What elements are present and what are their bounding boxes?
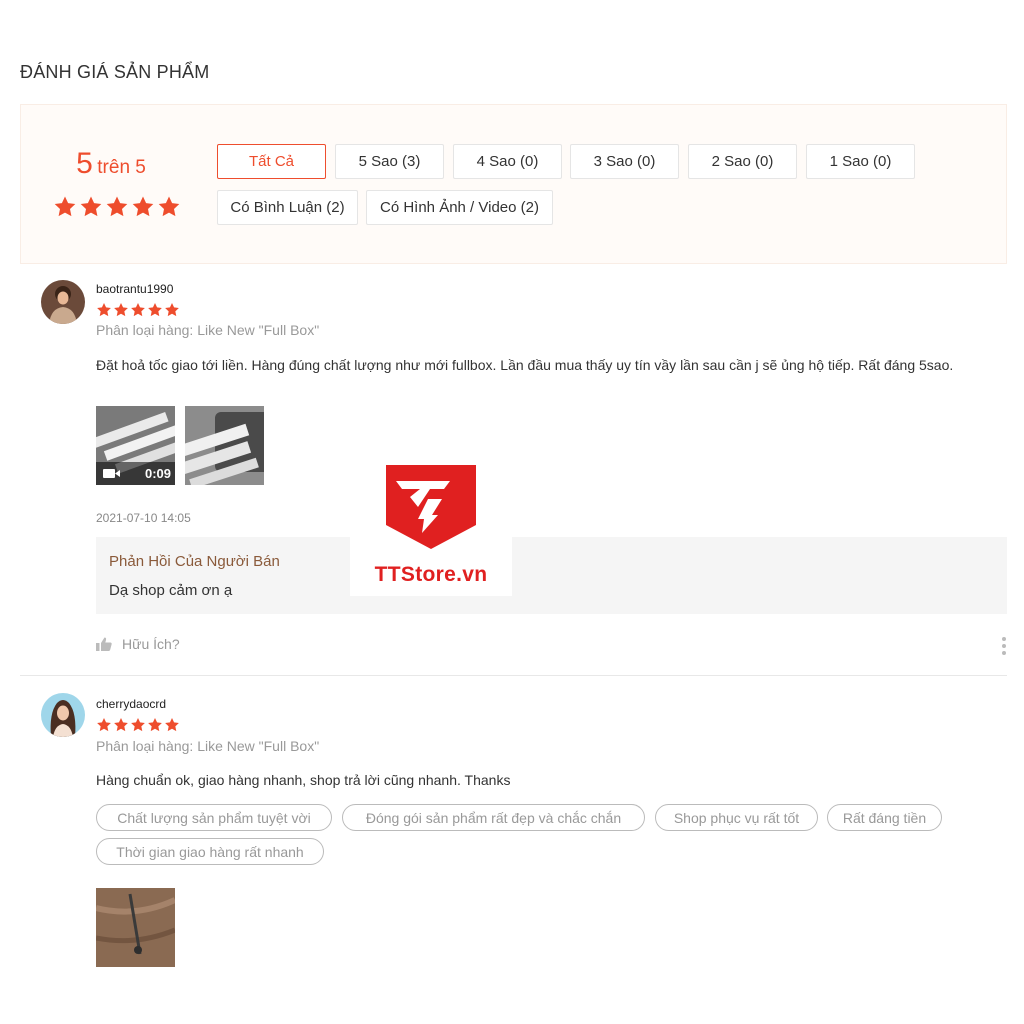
store-watermark: TTStore.vn <box>350 455 512 596</box>
star-icon <box>114 718 128 732</box>
review-image-thumbnail[interactable] <box>96 888 175 967</box>
star-icon <box>148 718 162 732</box>
avatar[interactable] <box>41 693 85 737</box>
star-icon <box>97 718 111 732</box>
star-icon <box>165 718 179 732</box>
star-icon <box>131 718 145 732</box>
review-tag: Đóng gói sản phẩm rất đẹp và chắc chắn <box>342 804 645 831</box>
watermark-brand: TTStore.vn <box>374 563 488 586</box>
review-tag: Rất đáng tiền <box>827 804 942 831</box>
photo-preview-icon <box>96 888 175 967</box>
user-photo-icon <box>41 693 85 737</box>
review-variant: Phân loại hàng: Like New "Full Box" <box>96 738 320 754</box>
review-username: cherrydaocrd <box>96 697 167 711</box>
review-item: cherrydaocrd Phân loại hàng: Like New "F… <box>20 0 1007 1024</box>
review-comment: Hàng chuẩn ok, giao hàng nhanh, shop trả… <box>96 772 511 788</box>
review-tag: Chất lượng sản phẩm tuyệt vời <box>96 804 332 831</box>
review-tag: Shop phục vụ rất tốt <box>655 804 818 831</box>
review-stars <box>96 717 180 733</box>
review-tag: Thời gian giao hàng rất nhanh <box>96 838 324 865</box>
